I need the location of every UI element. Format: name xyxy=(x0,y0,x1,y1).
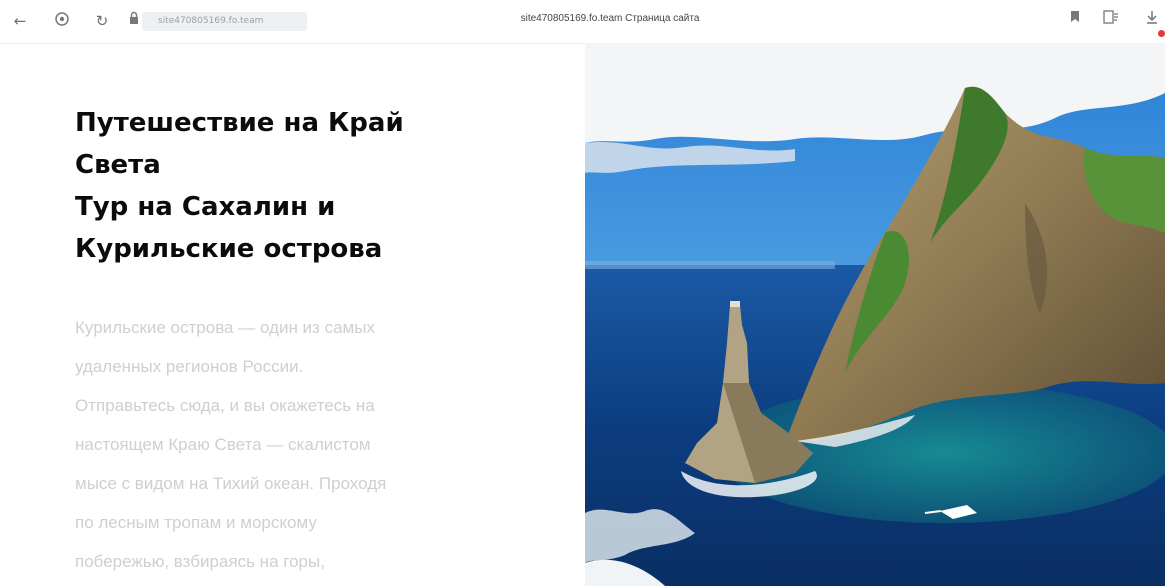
page-title: Путешествие на Край Света Тур на Сахалин… xyxy=(75,102,515,270)
bookmark-icon[interactable] xyxy=(1066,10,1084,30)
description-line: Отправьтесь сюда, и вы окажетесь на xyxy=(75,396,375,415)
description-line: удаленных регионов России. xyxy=(75,357,304,376)
description-line: мысе с видом на Тихий океан. Проходя xyxy=(75,474,387,493)
description-line: побережью, взбираясь на горы, xyxy=(75,552,325,571)
reader-mode-icon[interactable] xyxy=(1102,10,1120,30)
description-line: настоящем Краю Света — скалистом xyxy=(75,435,371,454)
description-line: Курильские острова — один из самых xyxy=(75,318,375,337)
reload-icon[interactable]: ↻ xyxy=(92,11,112,31)
hero-photo-kuril-cape xyxy=(585,43,1165,586)
browser-toolbar: ← ↻ site470805169.fo.team site470805169.… xyxy=(0,0,1165,44)
title-line: Курильские острова xyxy=(75,234,383,264)
hero-description: Курильские острова — один из самых удале… xyxy=(75,308,515,581)
page-tab-title: site470805169.fo.team Страница сайта xyxy=(520,13,700,24)
download-icon[interactable] xyxy=(1143,10,1161,30)
back-arrow-icon[interactable]: ← xyxy=(10,11,30,31)
title-line: Путешествие на Край xyxy=(75,108,404,138)
lock-icon xyxy=(124,11,144,31)
shield-icon[interactable] xyxy=(52,11,72,31)
address-bar[interactable]: site470805169.fo.team xyxy=(142,12,307,31)
download-badge xyxy=(1158,30,1165,37)
title-line: Света xyxy=(75,150,161,180)
title-line: Тур на Сахалин и xyxy=(75,192,336,222)
description-line: по лесным тропам и морскому xyxy=(75,513,317,532)
